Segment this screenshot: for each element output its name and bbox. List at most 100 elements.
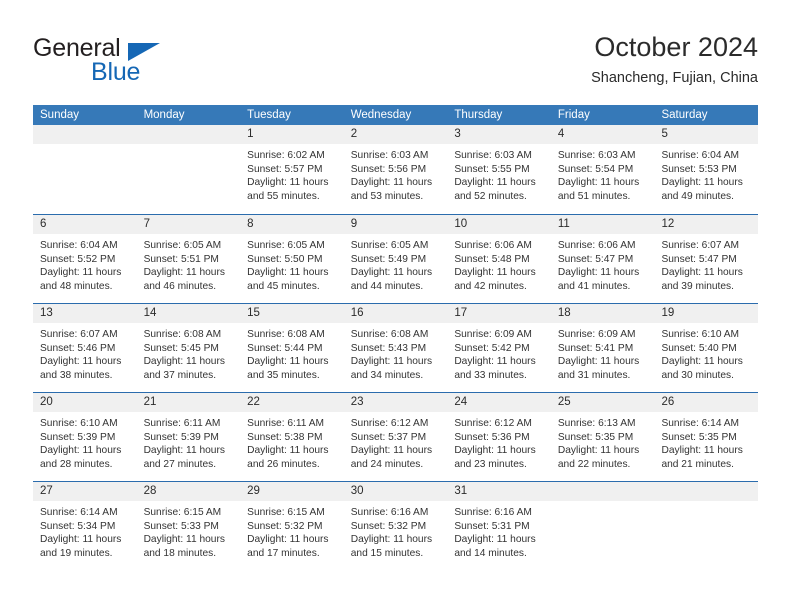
calendar-day-cell[interactable]: 26 Sunrise: 6:14 AM Sunset: 5:35 PM Dayligh… xyxy=(654,393,759,481)
calendar-day-cell[interactable]: 30 Sunrise: 6:16 AM Sunset: 5:32 PM Dayligh… xyxy=(343,482,448,570)
day-detail-line: and 23 minutes. xyxy=(454,458,527,470)
calendar-day-cell[interactable]: 13 Sunrise: 6:07 AM Sunset: 5:46 PM Dayligh… xyxy=(33,304,137,392)
day-number-band: 25 xyxy=(550,393,655,412)
day-number: 16 xyxy=(350,307,364,319)
day-detail-line: Sunset: 5:56 PM xyxy=(350,163,427,175)
calendar-day-cell[interactable]: 11 Sunrise: 6:06 AM Sunset: 5:47 PM Dayligh… xyxy=(550,215,655,303)
day-number-band: 10 xyxy=(447,215,551,234)
weekday-header-row: Sunday Monday Tuesday Wednesday Thursday Frid… xyxy=(33,105,758,125)
calendar-day-cell[interactable]: 24 Sunrise: 6:12 AM Sunset: 5:36 PM Dayligh… xyxy=(447,393,551,481)
day-detail-line: and 39 minutes. xyxy=(661,280,734,292)
day-detail-line: Sunrise: 6:09 AM xyxy=(557,329,636,340)
day-number-band: 7 xyxy=(136,215,241,234)
day-number-band: 26 xyxy=(654,393,759,412)
day-number-band xyxy=(550,482,655,501)
calendar-day-cell[interactable]: 29 Sunrise: 6:15 AM Sunset: 5:32 PM Dayligh… xyxy=(240,482,344,570)
calendar-day-cell[interactable]: 2 Sunrise: 6:03 AM Sunset: 5:56 PM Daylight… xyxy=(343,125,448,214)
calendar-day-cell[interactable]: 31 Sunrise: 6:16 AM Sunset: 5:31 PM Dayligh… xyxy=(447,482,551,570)
day-detail-line: Sunrise: 6:03 AM xyxy=(454,150,532,161)
calendar-day-cell[interactable]: 12 Sunrise: 6:07 AM Sunset: 5:47 PM Dayligh… xyxy=(654,215,759,303)
calendar-day-cell[interactable]: 5 Sunrise: 6:04 AM Sunset: 5:53 PM Daylight… xyxy=(654,125,759,214)
calendar-day-cell[interactable]: 9 Sunrise: 6:05 AM Sunset: 5:49 PM Daylight… xyxy=(343,215,448,303)
day-number-band: 30 xyxy=(343,482,448,501)
day-number-band: 19 xyxy=(654,304,759,323)
day-detail-line: Sunset: 5:53 PM xyxy=(661,163,737,175)
day-number-band: 13 xyxy=(33,304,137,323)
day-number: 10 xyxy=(454,218,468,230)
day-number: 3 xyxy=(454,128,461,140)
calendar-day-cell[interactable]: 23 Sunrise: 6:12 AM Sunset: 5:37 PM Dayligh… xyxy=(343,393,448,481)
day-details: Sunrise: 6:15 AM Sunset: 5:32 PM Daylight:… xyxy=(240,501,344,560)
day-detail-line: Sunset: 5:39 PM xyxy=(143,431,219,443)
day-detail-line: Daylight: 11 hours xyxy=(661,356,743,368)
day-number: 24 xyxy=(454,396,468,408)
day-detail-line: and 19 minutes. xyxy=(40,547,113,559)
day-detail-line: and 35 minutes. xyxy=(247,369,320,381)
calendar-day-cell[interactable]: 19 Sunrise: 6:10 AM Sunset: 5:40 PM Dayligh… xyxy=(654,304,759,392)
calendar-day-cell[interactable]: 6 Sunrise: 6:04 AM Sunset: 5:52 PM Daylight… xyxy=(33,215,137,303)
day-details: Sunrise: 6:09 AM Sunset: 5:42 PM Daylight:… xyxy=(447,323,551,382)
calendar-day-cell[interactable]: 27 Sunrise: 6:14 AM Sunset: 5:34 PM Dayligh… xyxy=(33,482,137,570)
day-details xyxy=(551,501,655,506)
day-number: 5 xyxy=(661,128,668,140)
calendar-day-cell[interactable]: 21 Sunrise: 6:11 AM Sunset: 5:39 PM Dayligh… xyxy=(136,393,241,481)
day-detail-line: Sunset: 5:48 PM xyxy=(454,253,530,265)
day-detail-line: Daylight: 11 hours xyxy=(247,445,329,457)
calendar-day-cell[interactable]: 16 Sunrise: 6:08 AM Sunset: 5:43 PM Dayligh… xyxy=(343,304,448,392)
calendar-day-cell-empty xyxy=(550,482,655,570)
weekday-header-saturday: Saturday xyxy=(661,109,708,121)
calendar-day-cell[interactable]: 15 Sunrise: 6:08 AM Sunset: 5:44 PM Dayligh… xyxy=(240,304,344,392)
day-number-band: 15 xyxy=(240,304,344,323)
day-number-band xyxy=(136,125,241,144)
day-number: 7 xyxy=(143,218,150,230)
day-detail-line: and 52 minutes. xyxy=(454,190,527,202)
day-number: 1 xyxy=(247,128,254,140)
day-number: 20 xyxy=(40,396,53,408)
calendar-day-cell[interactable]: 4 Sunrise: 6:03 AM Sunset: 5:54 PM Daylight… xyxy=(550,125,655,214)
calendar-day-cell[interactable]: 18 Sunrise: 6:09 AM Sunset: 5:41 PM Dayligh… xyxy=(550,304,655,392)
calendar-day-cell-empty xyxy=(136,125,241,214)
calendar-day-cell[interactable]: 20 Sunrise: 6:10 AM Sunset: 5:39 PM Dayligh… xyxy=(33,393,137,481)
day-number: 2 xyxy=(350,128,358,140)
calendar-day-cell[interactable]: 28 Sunrise: 6:15 AM Sunset: 5:33 PM Dayligh… xyxy=(136,482,241,570)
day-number: 11 xyxy=(557,218,570,230)
day-detail-line: Sunset: 5:34 PM xyxy=(40,520,116,532)
day-detail-line: and 22 minutes. xyxy=(557,458,631,470)
calendar-day-cell[interactable]: 1 Sunrise: 6:02 AM Sunset: 5:57 PM Daylight… xyxy=(240,125,344,214)
day-detail-line: Sunrise: 6:06 AM xyxy=(454,240,532,251)
day-number-band: 11 xyxy=(550,215,655,234)
day-number-band: 14 xyxy=(136,304,241,323)
calendar-day-cell[interactable]: 3 Sunrise: 6:03 AM Sunset: 5:55 PM Daylight… xyxy=(447,125,551,214)
day-detail-line: Sunrise: 6:09 AM xyxy=(454,329,532,340)
day-details: Sunrise: 6:11 AM Sunset: 5:39 PM Daylight:… xyxy=(137,412,241,471)
calendar-day-cell[interactable]: 22 Sunrise: 6:11 AM Sunset: 5:38 PM Dayligh… xyxy=(240,393,344,481)
day-number-band: 12 xyxy=(654,215,759,234)
calendar-day-cell[interactable]: 25 Sunrise: 6:13 AM Sunset: 5:35 PM Dayligh… xyxy=(550,393,655,481)
day-detail-line: Daylight: 11 hours xyxy=(557,267,640,279)
day-details: Sunrise: 6:09 AM Sunset: 5:41 PM Daylight:… xyxy=(551,323,655,382)
day-detail-line: Sunset: 5:54 PM xyxy=(557,163,634,175)
day-details: Sunrise: 6:03 AM Sunset: 5:54 PM Daylight:… xyxy=(551,144,655,203)
day-detail-line: Daylight: 11 hours xyxy=(40,356,122,368)
day-detail-line: and 37 minutes. xyxy=(143,369,217,381)
calendar-day-cell[interactable]: 7 Sunrise: 6:05 AM Sunset: 5:51 PM Daylight… xyxy=(136,215,241,303)
calendar-day-cell[interactable]: 17 Sunrise: 6:09 AM Sunset: 5:42 PM Dayligh… xyxy=(447,304,551,392)
day-number-band: 24 xyxy=(447,393,551,412)
day-number-band: 28 xyxy=(136,482,241,501)
weekday-header-sunday: Sunday xyxy=(40,109,80,121)
day-detail-line: Sunset: 5:33 PM xyxy=(143,520,219,532)
day-detail-line: Sunrise: 6:04 AM xyxy=(40,240,118,251)
day-detail-line: Daylight: 11 hours xyxy=(40,534,122,546)
day-detail-line: and 41 minutes. xyxy=(557,280,631,292)
calendar-day-cell[interactable]: 8 Sunrise: 6:05 AM Sunset: 5:50 PM Daylight… xyxy=(240,215,344,303)
day-detail-line: Sunrise: 6:11 AM xyxy=(247,418,324,429)
day-detail-line: Sunrise: 6:15 AM xyxy=(247,507,325,518)
day-detail-line: Sunrise: 6:02 AM xyxy=(247,150,325,161)
day-detail-line: Sunset: 5:39 PM xyxy=(40,431,116,443)
day-detail-line: Sunrise: 6:10 AM xyxy=(661,329,740,340)
day-details: Sunrise: 6:07 AM Sunset: 5:46 PM Daylight:… xyxy=(33,323,137,382)
generalblue-logo[interactable]: General Blue xyxy=(33,34,233,92)
calendar-day-cell[interactable]: 10 Sunrise: 6:06 AM Sunset: 5:48 PM Dayligh… xyxy=(447,215,551,303)
calendar-day-cell[interactable]: 14 Sunrise: 6:08 AM Sunset: 5:45 PM Dayligh… xyxy=(136,304,241,392)
day-detail-line: Daylight: 11 hours xyxy=(143,356,225,368)
